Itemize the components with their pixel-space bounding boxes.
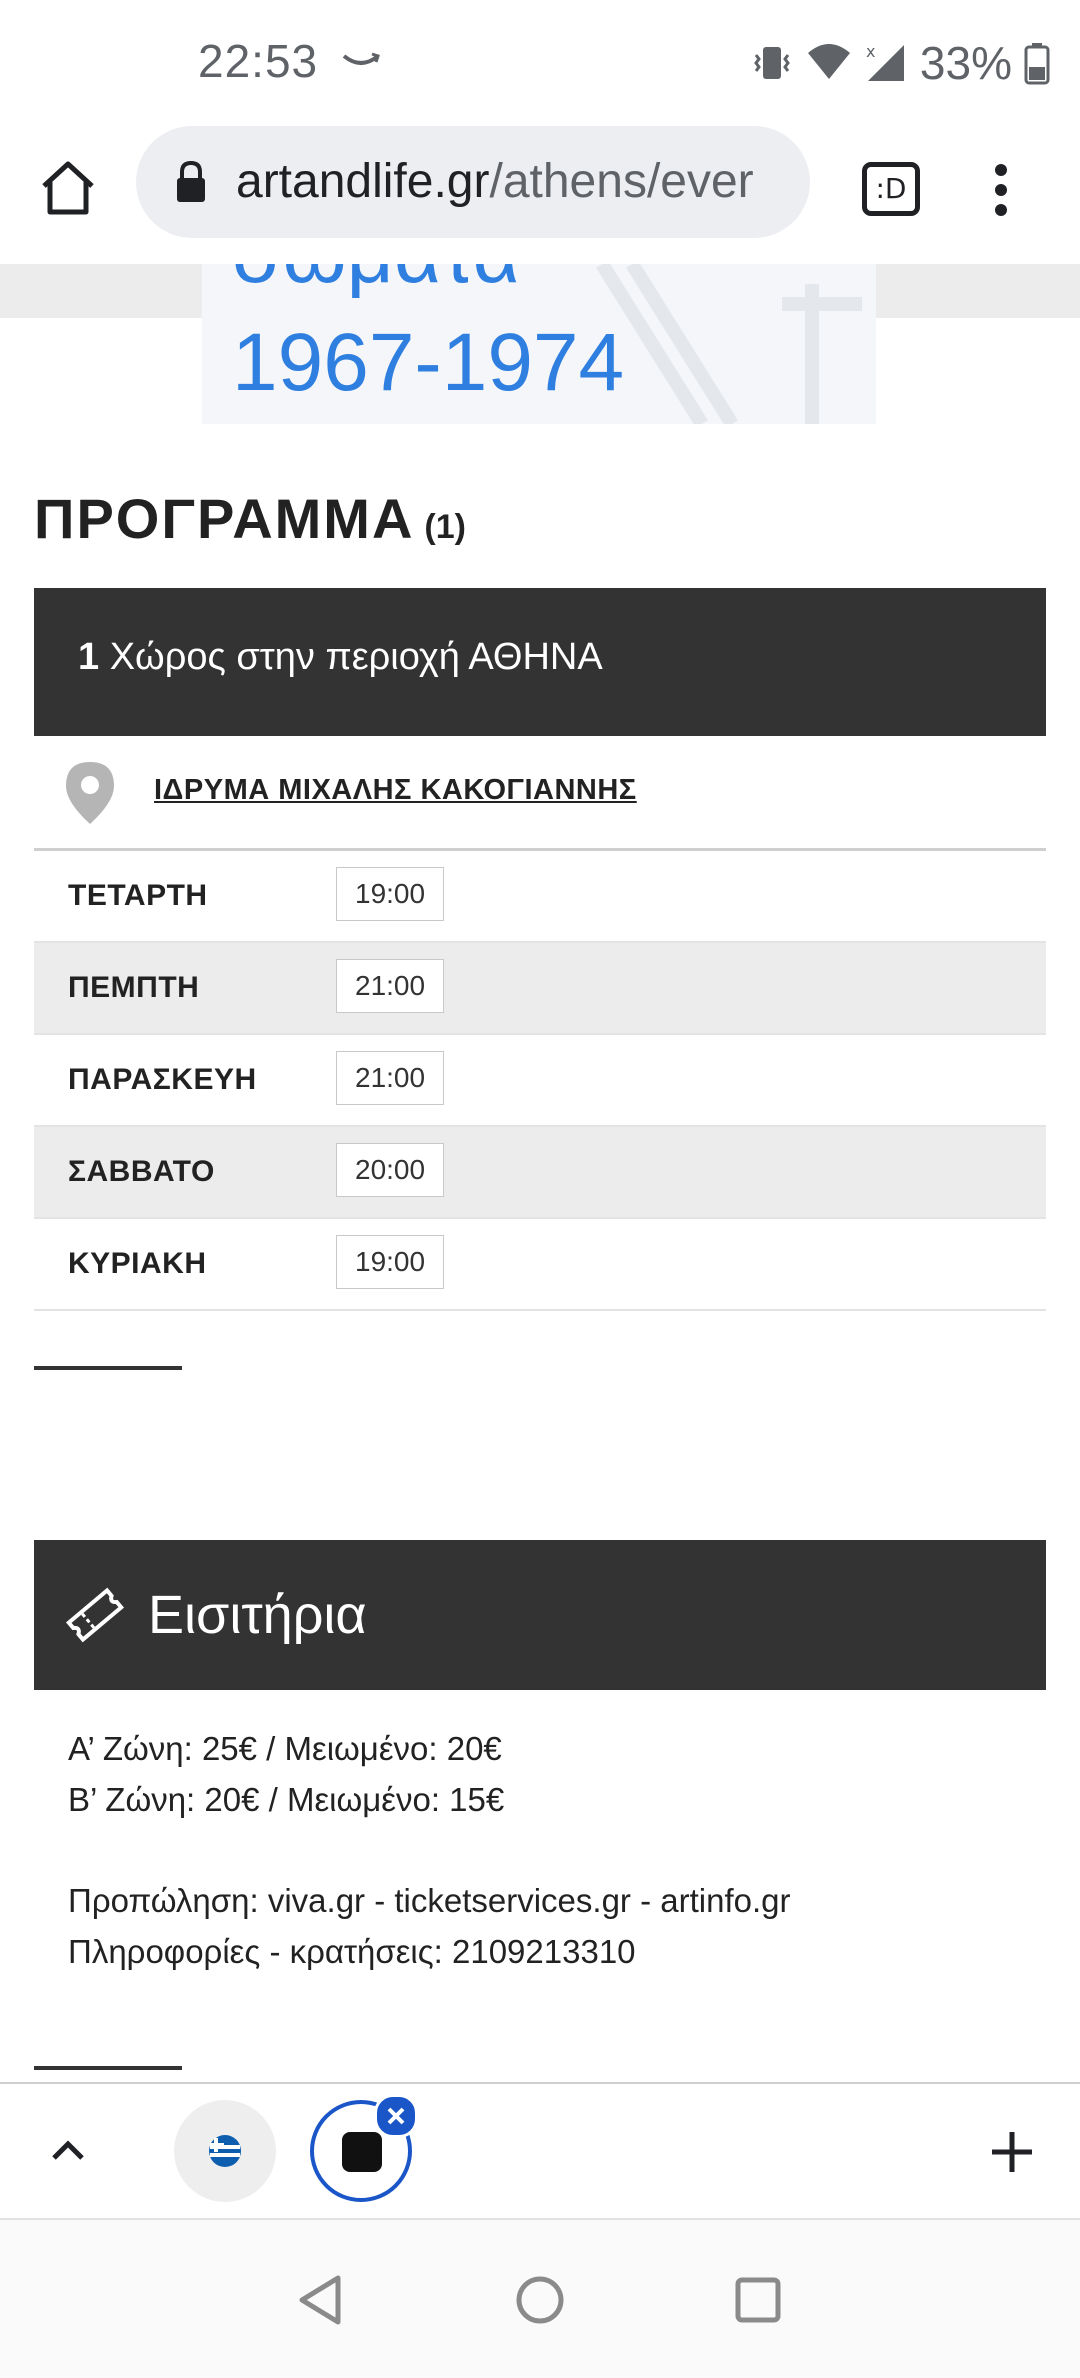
schedule-row: ΣΑΒΒΑΤΟ 20:00 [34, 1127, 1046, 1219]
schedule-time[interactable]: 21:00 [336, 1051, 445, 1105]
tickets-title: Εισιτήρια [148, 1585, 367, 1645]
schedule-day: ΤΕΤΑΡΤΗ [68, 879, 208, 912]
tab-switcher-label: :D [875, 172, 907, 205]
section-divider [34, 2066, 182, 2070]
home-icon[interactable] [38, 158, 98, 218]
venue-area-bar[interactable]: 1 Χώρος στην περιοχή ΑΘΗΝΑ [34, 588, 1046, 736]
status-icons: x 33% [750, 36, 1050, 90]
svg-text:x: x [866, 42, 875, 61]
schedule-time[interactable]: 19:00 [336, 867, 445, 921]
more-vert-icon[interactable] [986, 162, 1016, 218]
system-navigation-bar [0, 2218, 1080, 2378]
schedule-day: ΠΑΡΑΣΚΕΥΗ [68, 1063, 257, 1096]
amazon-notification-icon [342, 52, 380, 65]
ticket-zone-b: Β’ Ζώνη: 20€ / Μειωμένο: 15€ [68, 1781, 505, 1818]
schedule-time[interactable]: 21:00 [336, 959, 445, 1013]
wifi-icon [807, 44, 850, 79]
schedule-row: ΤΕΤΑΡΤΗ 19:00 [34, 851, 1046, 943]
vibrate-icon [754, 47, 790, 79]
lock-icon[interactable] [174, 160, 208, 204]
schedule-row: ΚΥΡΙΑΚΗ 19:00 [34, 1219, 1046, 1311]
schedule-day: ΚΥΡΙΑΚΗ [68, 1247, 207, 1280]
url-path: /athens/ever [489, 155, 754, 208]
schedule-day: ΠΕΜΠΤΗ [68, 971, 200, 1004]
schedule-time[interactable]: 20:00 [336, 1143, 445, 1197]
ticket-zone-a: Α’ Ζώνη: 25€ / Μειωμένο: 20€ [68, 1730, 502, 1767]
program-title: ΠΡΟΓΡΑΜΜΑ [34, 487, 415, 550]
tab-switcher-button[interactable]: :D [862, 162, 920, 216]
program-heading: ΠΡΟΓΡΑΜΜΑ (1) [34, 486, 466, 551]
banner-title-line1: σώματα [232, 264, 520, 302]
venue-area-label: Χώρος στην περιοχή ΑΘΗΝΑ [99, 636, 603, 678]
tab-favicon-greece[interactable] [174, 2100, 276, 2202]
close-icon [387, 2107, 405, 2125]
artandlife-logo-icon [342, 2132, 382, 2172]
venue-link[interactable]: ΙΔΡΥΜΑ ΜΙΧΑΛΗΣ ΚΑΚΟΓΙΑΝΝΗΣ [154, 774, 637, 807]
battery-icon [1024, 43, 1050, 85]
status-time: 22:53 [198, 35, 319, 87]
schedule-row: ΠΕΜΠΤΗ 21:00 [34, 943, 1046, 1035]
new-tab-icon[interactable] [990, 2130, 1034, 2174]
ticket-icon [65, 1587, 125, 1643]
tab-strip [0, 2082, 1080, 2220]
signal-icon: x [866, 42, 904, 81]
ticket-presale: Προπώληση: viva.gr - ticketservices.gr -… [68, 1882, 791, 1919]
home-nav-icon[interactable] [514, 2274, 566, 2326]
event-banner-image: σώματα 1967-1974 [202, 264, 876, 424]
schedule-time[interactable]: 19:00 [336, 1235, 445, 1289]
close-tab-button[interactable] [374, 2094, 418, 2138]
program-count: (1) [424, 508, 466, 546]
address-bar[interactable]: artandlife.gr/athens/ever [136, 126, 810, 238]
recents-icon[interactable] [734, 2276, 782, 2324]
url-text[interactable]: artandlife.gr/athens/ever [236, 154, 796, 209]
ticket-info: Πληροφορίες - κρατήσεις: 2109213310 [68, 1933, 636, 1970]
venue-area-text: 1 Χώρος στην περιοχή ΑΘΗΝΑ [78, 636, 603, 679]
battery-percent: 33% [919, 37, 1012, 89]
section-divider [34, 1366, 182, 1370]
tickets-header: Εισιτήρια [34, 1540, 1046, 1690]
url-host: artandlife.gr [236, 155, 490, 208]
chevron-up-icon[interactable] [48, 2134, 88, 2164]
banner-title-line2: 1967-1974 [232, 317, 625, 408]
back-icon[interactable] [296, 2274, 346, 2326]
greek-flag-icon [209, 2135, 241, 2167]
schedule-row: ΠΑΡΑΣΚΕΥΗ 21:00 [34, 1035, 1046, 1127]
venue-row: ΙΔΡΥΜΑ ΜΙΧΑΛΗΣ ΚΑΚΟΓΙΑΝΝΗΣ [34, 736, 1046, 851]
browser-toolbar: artandlife.gr/athens/ever :D [0, 124, 1080, 266]
location-pin-icon [66, 762, 114, 824]
schedule-day: ΣΑΒΒΑΤΟ [68, 1155, 215, 1188]
venue-count: 1 [78, 636, 100, 678]
status-bar: 22:53 x 33% [0, 0, 1080, 124]
